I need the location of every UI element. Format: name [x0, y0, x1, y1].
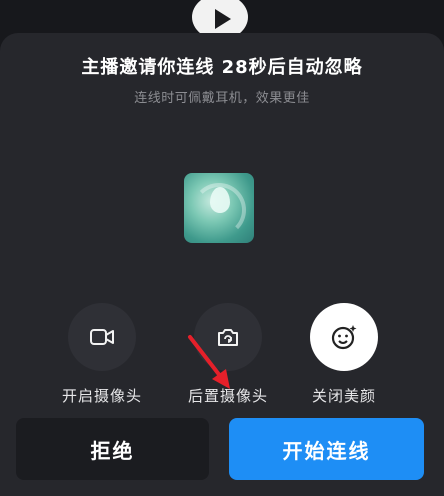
camera-icon[interactable]: [68, 303, 136, 371]
reject-button[interactable]: 拒绝: [16, 418, 209, 480]
beauty-face-icon[interactable]: [310, 303, 378, 371]
red-arrow-annotation: [188, 335, 230, 389]
invite-subtitle: 连线时可佩戴耳机，效果更佳: [134, 91, 310, 106]
toggle-camera-label: 开启摄像头: [61, 387, 142, 405]
invite-sheet: 主播邀请你连线 28秒后自动忽略 连线时可佩戴耳机，效果更佳 开启摄像头 后置摄…: [0, 33, 444, 496]
start-connect-button[interactable]: 开始连线: [229, 418, 424, 480]
toggle-camera-option[interactable]: 开启摄像头: [42, 303, 162, 406]
invite-title: 主播邀请你连线 28秒后自动忽略: [81, 57, 363, 78]
beauty-filter-label: 关闭美颜: [311, 387, 376, 405]
beauty-filter-option[interactable]: 关闭美颜: [284, 303, 404, 406]
host-avatar: [184, 173, 254, 243]
